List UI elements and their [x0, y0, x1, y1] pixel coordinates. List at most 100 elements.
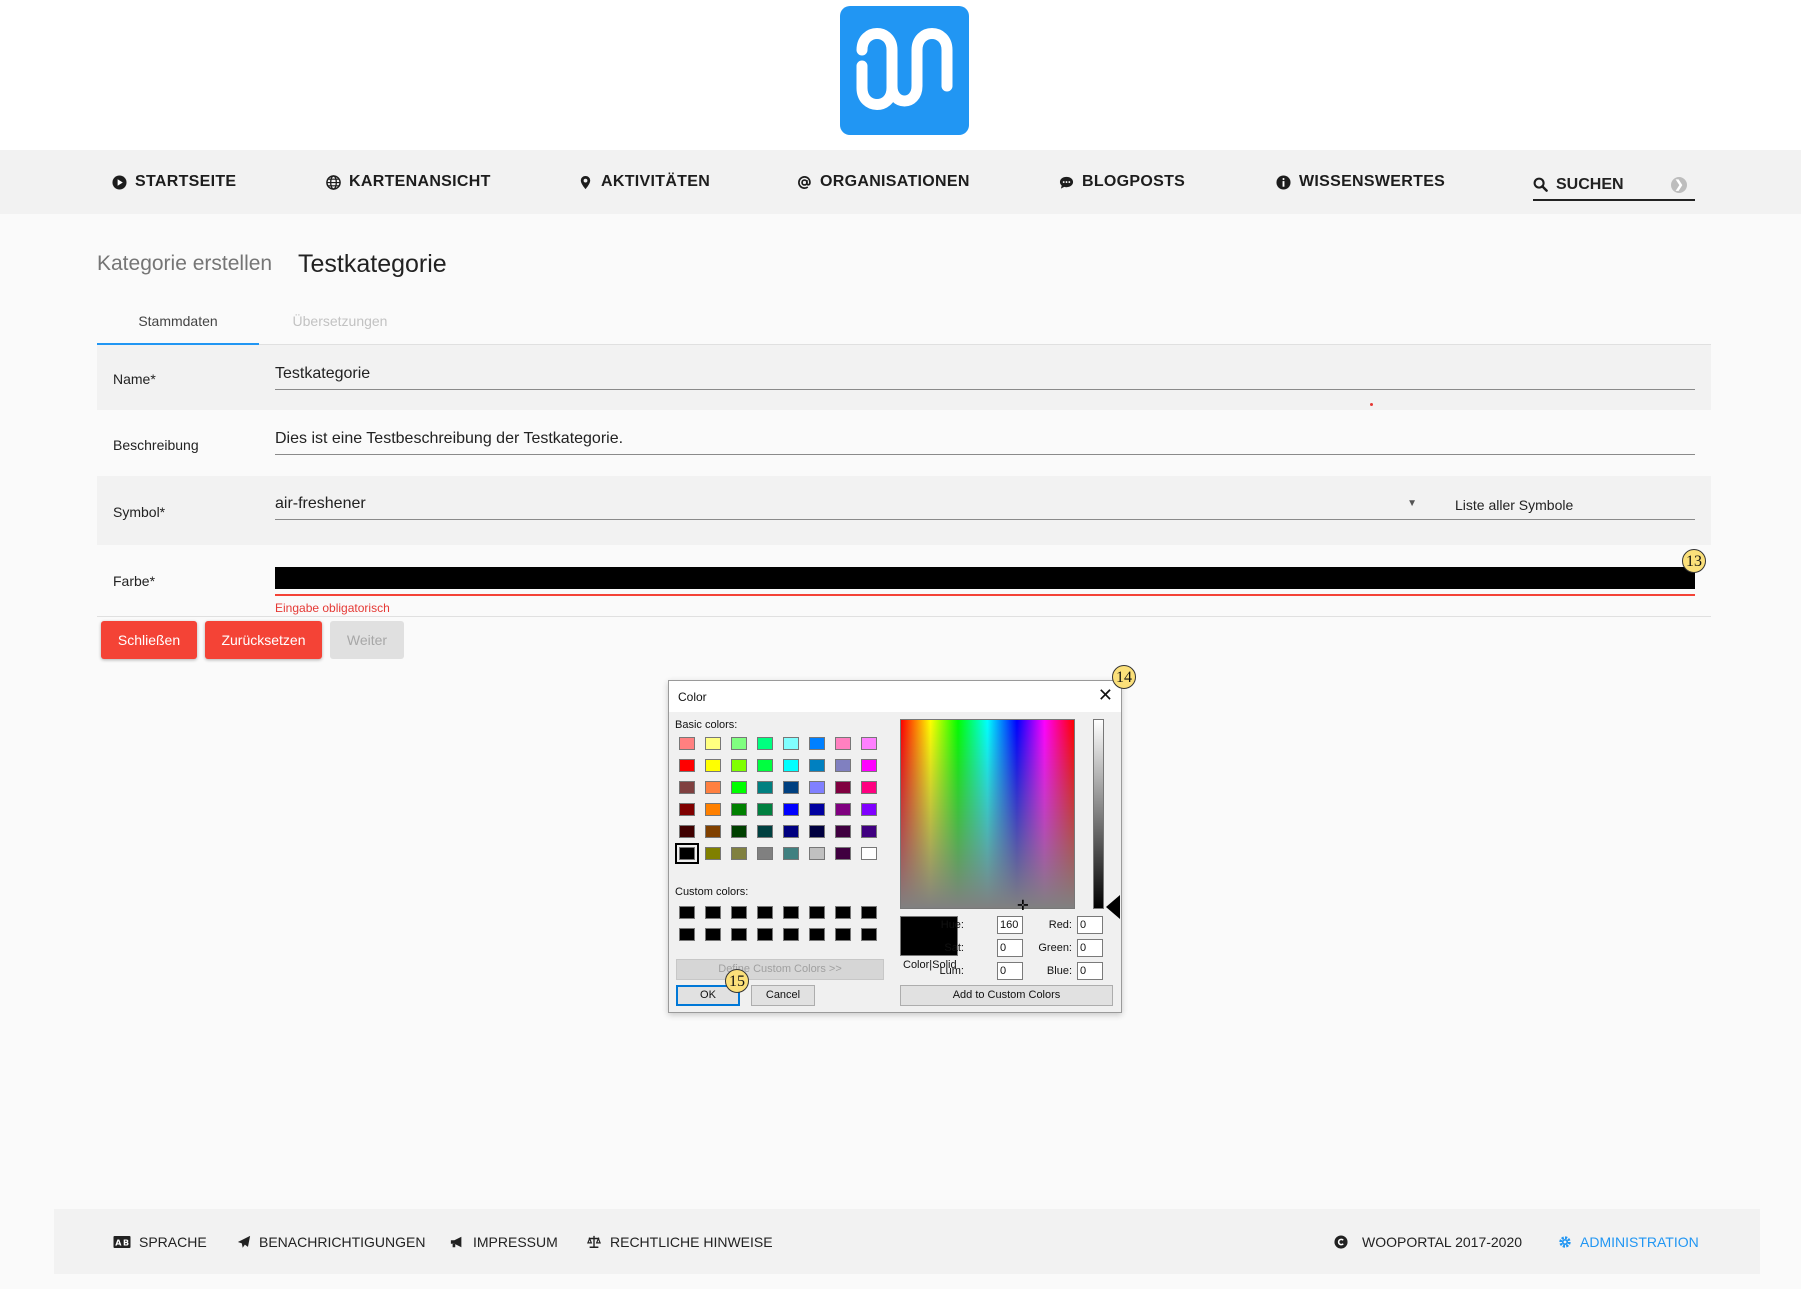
nav-wissenswertes[interactable]: WISSENSWERTES — [1276, 150, 1445, 214]
description-input[interactable]: Dies ist eine Testbeschreibung der Testk… — [275, 425, 1695, 455]
basic-color-swatch[interactable] — [783, 759, 799, 772]
custom-color-swatch[interactable] — [783, 928, 799, 941]
basic-color-swatch[interactable] — [861, 781, 877, 794]
basic-color-swatch[interactable] — [835, 803, 851, 816]
footer-language[interactable]: AB SPRACHE — [113, 1209, 207, 1274]
basic-color-swatch[interactable] — [731, 825, 747, 838]
basic-color-swatch[interactable] — [757, 737, 773, 750]
basic-color-swatch[interactable] — [783, 825, 799, 838]
basic-color-swatch[interactable] — [861, 737, 877, 750]
basic-color-swatch[interactable] — [731, 781, 747, 794]
footer-notifications[interactable]: BENACHRICHTIGUNGEN — [237, 1209, 425, 1274]
basic-color-swatch[interactable] — [835, 847, 851, 860]
basic-color-swatch[interactable] — [757, 781, 773, 794]
nav-startseite[interactable]: STARTSEITE — [112, 150, 236, 214]
custom-color-swatch[interactable] — [705, 906, 721, 919]
basic-color-swatch[interactable] — [757, 825, 773, 838]
wooportal-logo[interactable] — [840, 6, 969, 135]
custom-color-swatch[interactable] — [731, 928, 747, 941]
basic-color-swatch[interactable] — [705, 737, 721, 750]
footer-admin[interactable]: ADMINISTRATION — [1558, 1209, 1699, 1274]
color-spectrum[interactable] — [900, 719, 1075, 909]
custom-color-swatch[interactable] — [861, 928, 877, 941]
search-submit-icon[interactable]: ❯ — [1671, 177, 1687, 193]
footer-imprint[interactable]: IMPRESSUM — [449, 1209, 558, 1274]
basic-color-swatch[interactable] — [757, 803, 773, 816]
basic-color-swatch[interactable] — [861, 759, 877, 772]
custom-color-swatch[interactable] — [679, 928, 695, 941]
basic-color-swatch[interactable] — [757, 759, 773, 772]
basic-color-swatch[interactable] — [705, 825, 721, 838]
custom-color-swatch[interactable] — [835, 906, 851, 919]
nav-blogposts[interactable]: BLOGPOSTS — [1059, 150, 1185, 214]
add-to-custom-colors-button[interactable]: Add to Custom Colors — [900, 985, 1113, 1006]
custom-color-swatch[interactable] — [679, 906, 695, 919]
custom-color-swatch[interactable] — [757, 928, 773, 941]
basic-color-swatch[interactable] — [731, 803, 747, 816]
close-icon[interactable]: ✕ — [1098, 685, 1113, 706]
basic-color-swatch[interactable] — [783, 803, 799, 816]
basic-color-swatch[interactable] — [675, 843, 699, 864]
basic-color-swatch[interactable] — [809, 737, 825, 750]
luminance-slider[interactable] — [1093, 719, 1104, 909]
basic-color-swatch[interactable] — [731, 759, 747, 772]
basic-color-swatch[interactable] — [705, 759, 721, 772]
hue-input[interactable]: 160 — [997, 916, 1023, 934]
custom-color-swatch[interactable] — [705, 928, 721, 941]
symbol-list-link[interactable]: Liste aller Symbole — [1455, 497, 1573, 513]
lum-input[interactable]: 0 — [997, 962, 1023, 980]
basic-color-swatch[interactable] — [835, 825, 851, 838]
basic-color-swatch[interactable] — [679, 781, 695, 794]
basic-color-swatch[interactable] — [679, 803, 695, 816]
basic-color-swatch[interactable] — [679, 737, 695, 750]
search-field[interactable]: SUCHEN ❯ — [1533, 170, 1695, 201]
basic-color-swatch[interactable] — [705, 847, 721, 860]
basic-color-swatch[interactable] — [679, 759, 695, 772]
custom-color-swatch[interactable] — [861, 906, 877, 919]
custom-color-swatch[interactable] — [835, 928, 851, 941]
green-input[interactable]: 0 — [1077, 939, 1103, 957]
color-picker-swatch[interactable] — [275, 567, 1695, 589]
basic-color-swatch[interactable] — [861, 847, 877, 860]
nav-organisationen[interactable]: ORGANISATIONEN — [797, 150, 970, 214]
define-custom-colors-button[interactable]: Define Custom Colors >> — [676, 959, 884, 980]
basic-color-swatch[interactable] — [705, 781, 721, 794]
basic-color-swatch[interactable] — [809, 803, 825, 816]
next-button[interactable]: Weiter — [330, 621, 404, 659]
basic-color-swatch[interactable] — [809, 825, 825, 838]
name-input[interactable]: Testkategorie — [275, 360, 1695, 390]
close-button[interactable]: Schließen — [101, 621, 197, 659]
nav-kartenansicht[interactable]: KARTENANSICHT — [326, 150, 491, 214]
basic-color-swatch[interactable] — [783, 781, 799, 794]
custom-color-swatch[interactable] — [809, 928, 825, 941]
basic-color-swatch[interactable] — [809, 781, 825, 794]
basic-color-swatch[interactable] — [809, 759, 825, 772]
basic-color-swatch[interactable] — [835, 781, 851, 794]
basic-color-swatch[interactable] — [757, 847, 773, 860]
basic-color-swatch[interactable] — [835, 759, 851, 772]
nav-aktivitaeten[interactable]: AKTIVITÄTEN — [578, 150, 710, 214]
custom-color-swatch[interactable] — [783, 906, 799, 919]
basic-color-swatch[interactable] — [835, 737, 851, 750]
basic-color-swatch[interactable] — [809, 847, 825, 860]
tab-stammdaten[interactable]: Stammdaten — [97, 300, 259, 345]
custom-color-swatch[interactable] — [757, 906, 773, 919]
cancel-button[interactable]: Cancel — [751, 985, 815, 1006]
reset-button[interactable]: Zurücksetzen — [205, 621, 322, 659]
sat-input[interactable]: 0 — [997, 939, 1023, 957]
blue-input[interactable]: 0 — [1077, 962, 1103, 980]
basic-color-swatch[interactable] — [705, 803, 721, 816]
tab-uebersetzungen[interactable]: Übersetzungen — [259, 300, 421, 345]
footer-legal[interactable]: RECHTLICHE HINWEISE — [586, 1209, 773, 1274]
basic-color-swatch[interactable] — [861, 803, 877, 816]
basic-color-swatch[interactable] — [861, 825, 877, 838]
basic-color-swatch[interactable] — [731, 847, 747, 860]
basic-color-swatch[interactable] — [783, 847, 799, 860]
red-input[interactable]: 0 — [1077, 916, 1103, 934]
luminance-arrow-icon[interactable] — [1106, 895, 1120, 919]
custom-color-swatch[interactable] — [731, 906, 747, 919]
custom-color-swatch[interactable] — [809, 906, 825, 919]
basic-color-swatch[interactable] — [679, 825, 695, 838]
basic-color-swatch[interactable] — [783, 737, 799, 750]
symbol-select[interactable]: air-freshener ▼ — [275, 490, 1425, 520]
